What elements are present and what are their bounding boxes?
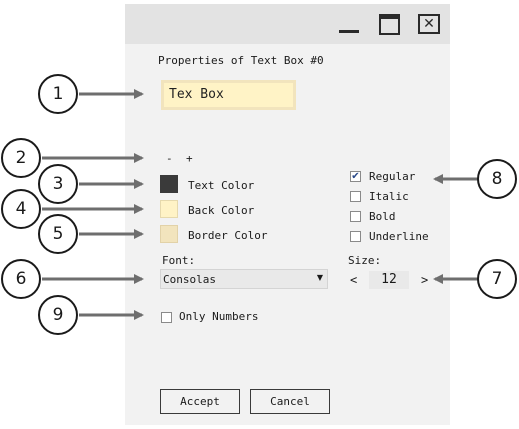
callout-3-label: 3: [53, 174, 64, 194]
callout-annotations: 1 2 3 4 5 6 7 8 9: [1, 74, 517, 335]
callout-5-label: 5: [53, 224, 64, 244]
callout-2-label: 2: [16, 148, 27, 168]
callout-9-label: 9: [53, 305, 64, 325]
callout-1-label: 1: [53, 84, 64, 104]
callout-7-label: 7: [492, 269, 503, 289]
callout-6-label: 6: [16, 269, 27, 289]
callout-8-label: 8: [492, 169, 503, 189]
callout-4-label: 4: [16, 199, 27, 219]
